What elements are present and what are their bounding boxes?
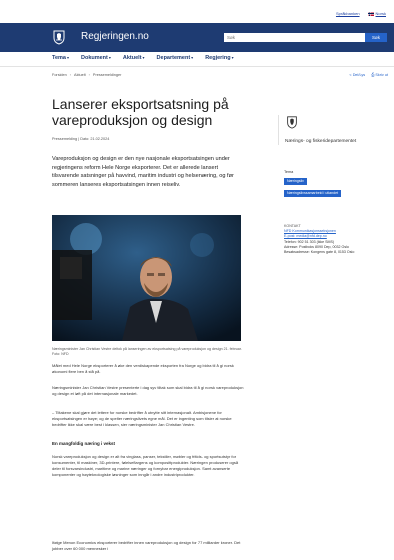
article-paragraph: Norsk vareproduksjon og design er alt fr…	[52, 454, 239, 477]
coat-of-arms-icon	[287, 116, 297, 129]
language-label: Norsk	[375, 11, 386, 16]
coat-of-arms-icon[interactable]	[51, 29, 67, 45]
chevron-right-icon: ›	[69, 73, 72, 77]
article-paragraph: – Tiltakene skal gjøre det lettere for n…	[52, 410, 232, 427]
photo-caption: Næringsminister Jan Christian Vestre del…	[52, 347, 242, 356]
article-meta: Pressemelding | Dato: 21.02.2024	[52, 137, 110, 141]
nav-items: Tema▾ Dokument▾ Aktuelt▾ Departement▾ Re…	[52, 55, 234, 61]
page-actions: < Del/Lys ⎙ Skriv ut	[349, 73, 388, 77]
search-button[interactable]: Søk	[365, 33, 387, 42]
nav-label: Regjering	[205, 55, 231, 61]
site-name[interactable]: Regjeringen.no	[81, 31, 149, 42]
photo-illustration	[52, 215, 241, 341]
chevron-down-icon: ▾	[142, 55, 145, 60]
contact-visit-address: Besøksadresse: Kongens gate 8, 0153 Oslo	[284, 250, 355, 255]
site-header: Regjeringen.no Søk	[0, 23, 394, 52]
nav-item-aktuelt[interactable]: Aktuelt▾	[123, 55, 145, 61]
article-paragraph: Ifølge Menon Economics eksporterer bedri…	[52, 540, 241, 551]
utility-bar: Språkbanken Norsk	[0, 0, 394, 22]
article-paragraph: Målet med Hele Norge eksporterer å øke d…	[52, 363, 234, 374]
department-card[interactable]: Nærings- og fiskeridepartementet	[278, 115, 385, 145]
chevron-down-icon: ▾	[231, 55, 234, 60]
topics-label: Tema	[284, 170, 294, 174]
search-input[interactable]	[224, 33, 365, 42]
breadcrumb-item[interactable]: Aktuelt	[74, 73, 86, 77]
nav-label: Dokument	[80, 55, 108, 61]
print-label: Skriv ut	[375, 73, 388, 77]
nav-label: Departement	[156, 55, 191, 61]
nav-item-dokument[interactable]: Dokument▾	[81, 55, 111, 61]
nav-item-tema[interactable]: Tema▾	[52, 55, 69, 61]
nav-label: Aktuelt	[122, 55, 142, 61]
article-photo	[52, 215, 241, 341]
chevron-down-icon: ▾	[108, 55, 111, 60]
breadcrumb: Forsiden › Aktuelt › Pressemeldinger	[52, 73, 121, 77]
share-button[interactable]: < Del/Lys	[349, 73, 365, 77]
print-icon: ⎙	[371, 73, 375, 77]
nav-item-regjering[interactable]: Regjering▾	[205, 55, 233, 61]
article-lead: Vareproduksjon og design er den nye nasj…	[52, 156, 234, 188]
chevron-down-icon: ▾	[66, 55, 69, 60]
chevron-right-icon: ›	[88, 73, 90, 77]
article-paragraph: Næringsminister Jan Christian Vestre pre…	[52, 385, 244, 396]
norway-flag-icon	[367, 11, 374, 16]
section-heading: En mangfoldig næring i vekst	[52, 441, 116, 446]
chevron-down-icon: ▾	[191, 55, 194, 60]
main-nav: Tema▾ Dokument▾ Aktuelt▾ Departement▾ Re…	[0, 52, 394, 67]
contact-block: KONTAKT NFD Kommunikasjonsseksjonen E-po…	[284, 224, 384, 255]
language-selector[interactable]: Norsk	[367, 11, 386, 16]
department-name: Nærings- og fiskeridepartementet	[285, 139, 357, 144]
share-label: Del/Lys	[352, 73, 366, 77]
nav-item-departement[interactable]: Departement▾	[157, 55, 194, 61]
topic-tag[interactable]: Næringslivssamarbeid i utlandet	[284, 190, 342, 197]
nav-label: Tema	[52, 55, 66, 61]
language-bank-link[interactable]: Språkbanken	[336, 11, 360, 16]
share-icon: <	[349, 73, 352, 77]
breadcrumb-item[interactable]: Forsiden	[52, 73, 67, 77]
breadcrumb-item[interactable]: Pressemeldinger	[93, 73, 122, 77]
page-title: Lanserer eksportsatsning på vareproduksj…	[52, 96, 229, 128]
print-button[interactable]: ⎙ Skriv ut	[371, 73, 388, 77]
topic-tag[interactable]: Næringsliv	[284, 178, 307, 185]
utility-links: Språkbanken Norsk	[336, 11, 386, 16]
